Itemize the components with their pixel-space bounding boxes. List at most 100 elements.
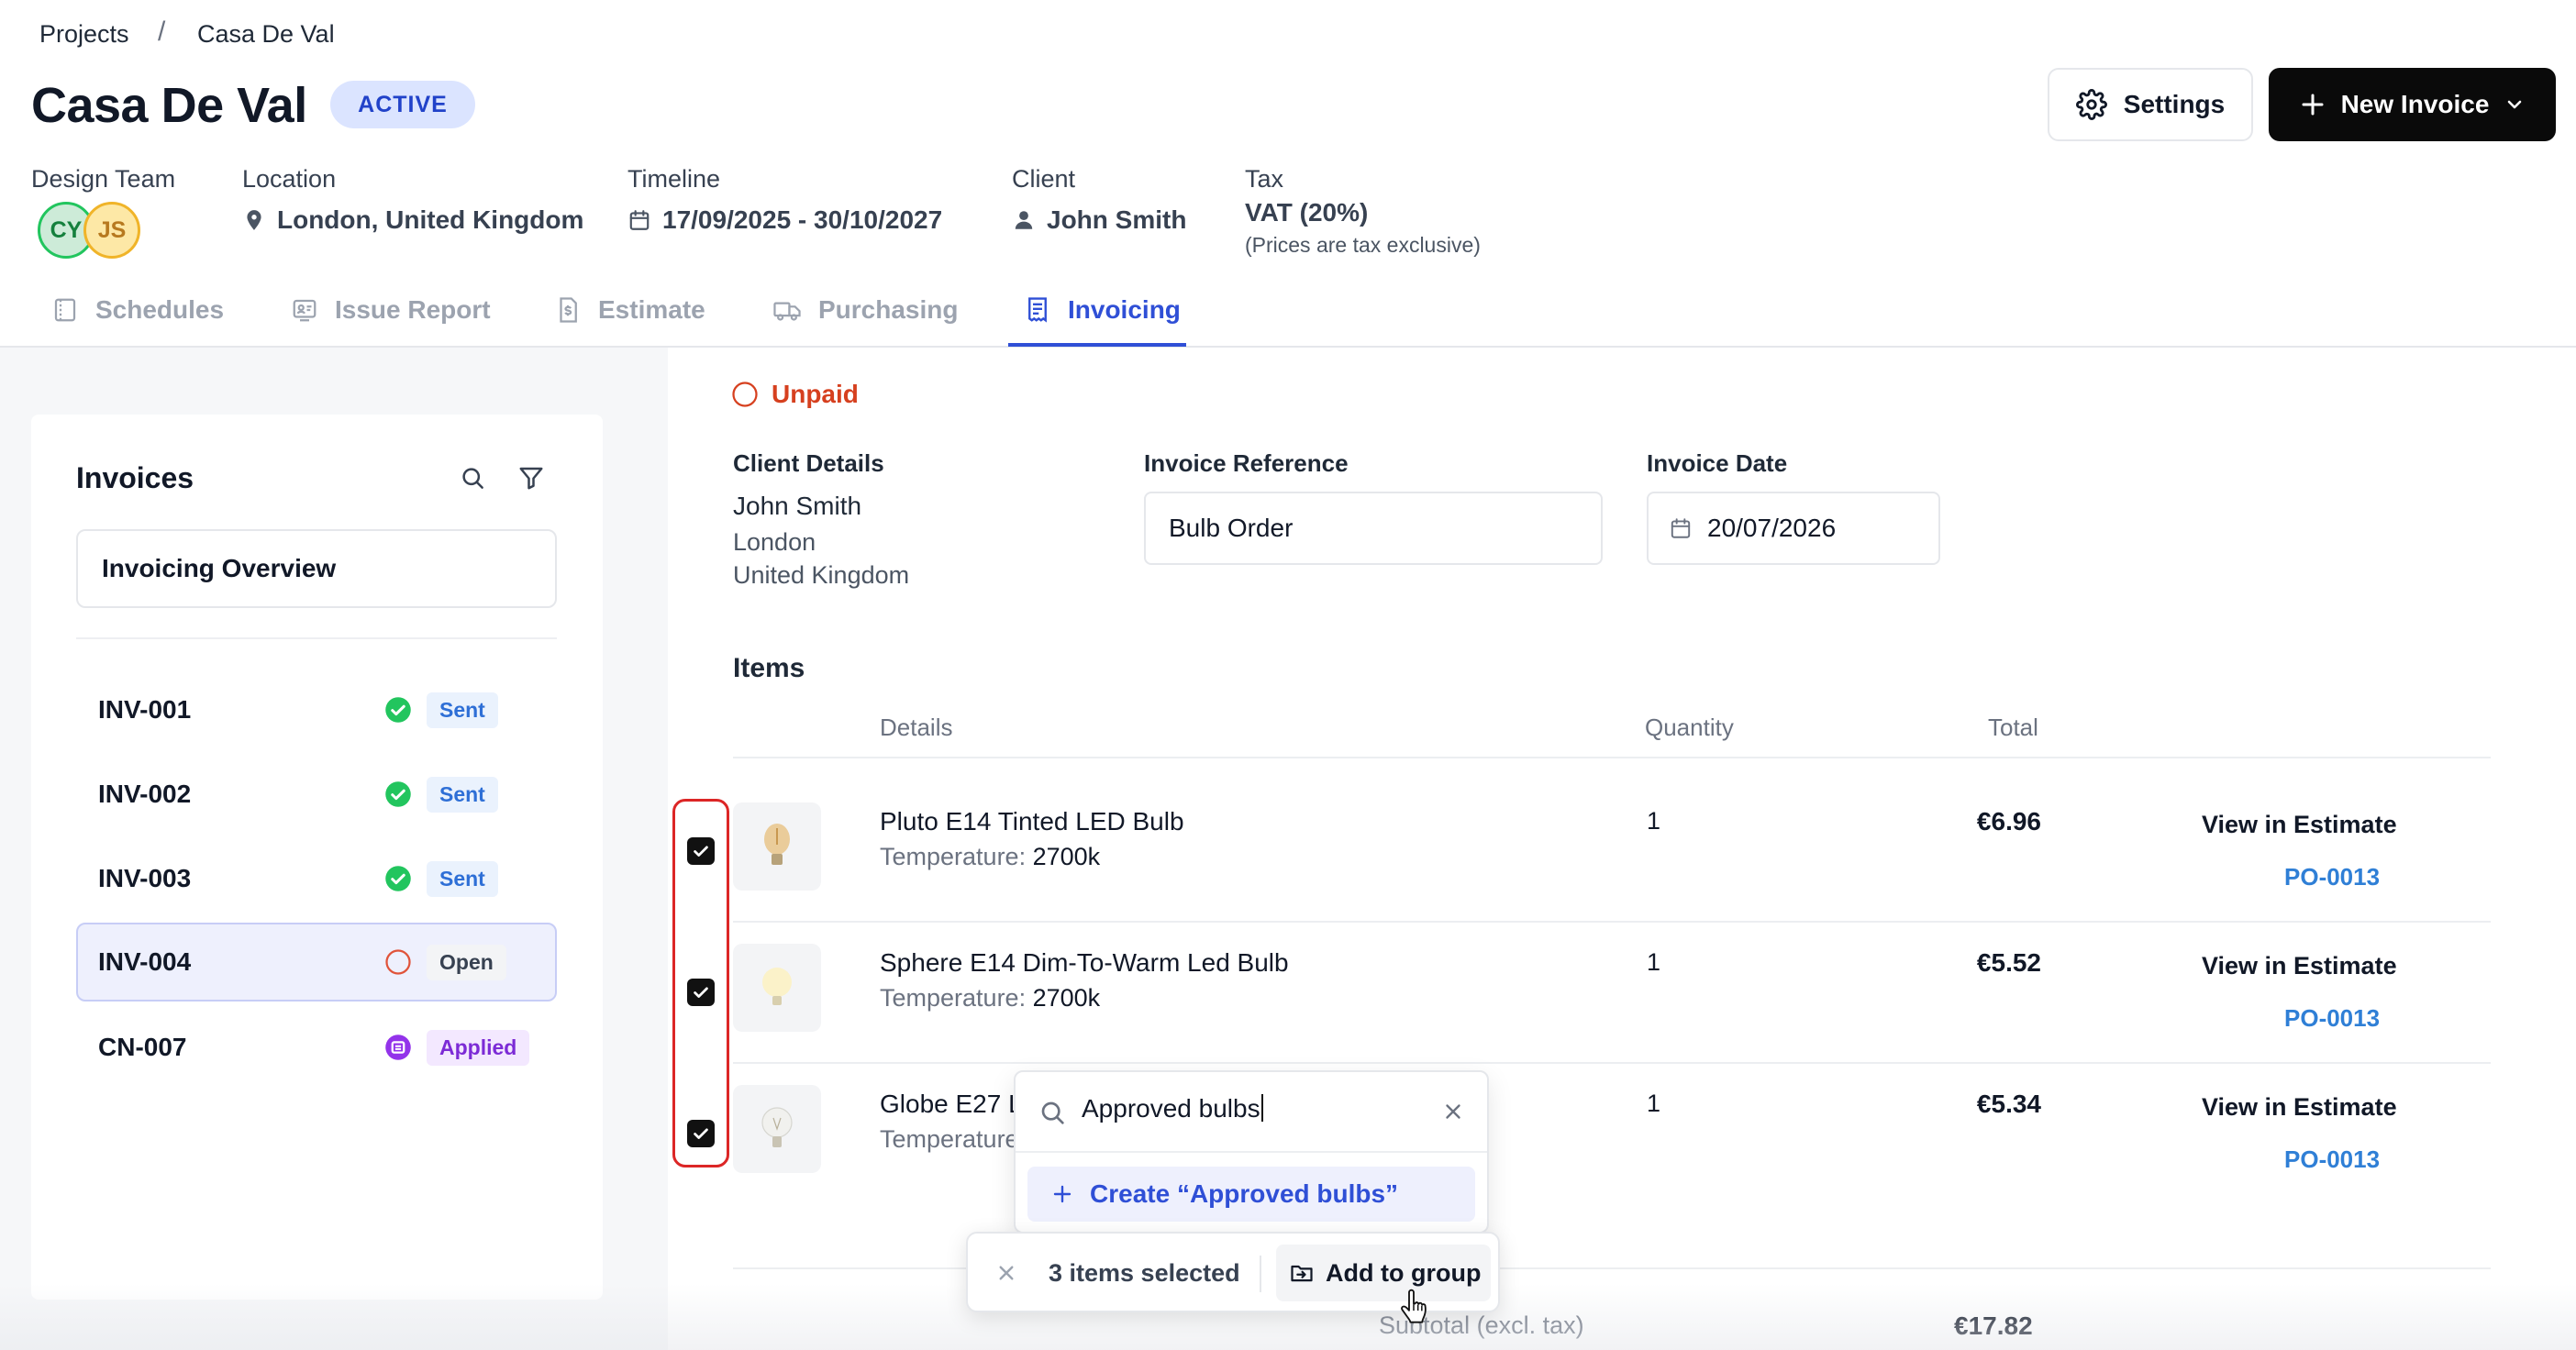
action-bar-divider	[1260, 1256, 1261, 1292]
item-quantity: 1	[1647, 1090, 1661, 1117]
open-circle-icon	[384, 948, 412, 976]
avatar[interactable]: JS	[83, 202, 140, 259]
table-header-divider	[733, 757, 2491, 758]
tab-purchasing[interactable]: Purchasing	[772, 295, 958, 325]
view-in-estimate-link[interactable]: View in Estimate	[2202, 952, 2397, 980]
folder-move-icon	[1289, 1260, 1315, 1286]
po-link[interactable]: PO-0013	[2284, 863, 2380, 891]
active-tab-indicator	[1008, 343, 1186, 347]
group-search-bar: Approved bulbs	[1016, 1072, 1487, 1153]
calendar-icon	[627, 208, 651, 232]
search-icon	[1038, 1098, 1067, 1127]
invoice-list-item[interactable]: INV-001 Sent	[76, 670, 557, 749]
item-quantity: 1	[1647, 948, 1661, 976]
item-temperature: Temperature: 2700k	[880, 984, 1101, 1012]
payment-status: Unpaid	[731, 380, 859, 409]
check-circle-icon	[384, 780, 412, 808]
selected-count: 3 items selected	[1049, 1259, 1240, 1287]
new-invoice-button[interactable]: New Invoice	[2269, 68, 2556, 141]
tab-label: Invoicing	[1068, 295, 1181, 324]
status-badge: ACTIVE	[330, 81, 475, 128]
hand-cursor-icon	[1398, 1289, 1429, 1325]
invoice-status-badge: Sent	[427, 860, 498, 897]
item-name: Sphere E14 Dim-To-Warm Led Bulb	[880, 948, 1289, 977]
create-group-option[interactable]: Create “Approved bulbs”	[1027, 1167, 1475, 1222]
map-pin-icon	[242, 208, 266, 232]
timeline-label: Timeline	[627, 165, 721, 193]
invoice-reference-input[interactable]: Bulb Order	[1144, 492, 1603, 565]
item-total: €5.34	[1976, 1090, 2041, 1118]
check-circle-icon	[384, 696, 412, 724]
row-divider	[733, 921, 2491, 923]
column-header-quantity: Quantity	[1645, 714, 1734, 741]
subtotal-value: €17.82	[1954, 1311, 2033, 1340]
new-invoice-label: New Invoice	[2340, 90, 2490, 118]
calendar-icon	[51, 296, 79, 324]
invoice-id: INV-003	[98, 864, 192, 892]
client-name: John Smith	[733, 492, 862, 520]
user-icon	[1012, 208, 1036, 232]
close-icon[interactable]	[993, 1259, 1020, 1287]
client-value: John Smith	[1012, 205, 1186, 235]
invoice-status-badge: Open	[427, 944, 506, 980]
timeline-value: 17/09/2025 - 30/10/2027	[627, 205, 942, 235]
item-name: Globe E27 L	[880, 1090, 1023, 1118]
invoice-list-item[interactable]: INV-003 Sent	[76, 839, 557, 918]
selection-highlight	[672, 799, 729, 1167]
invoice-id: INV-004	[98, 947, 192, 976]
gear-icon	[2075, 89, 2107, 120]
bulb-icon	[761, 1107, 793, 1147]
client-label: Client	[1012, 165, 1076, 193]
location-value: London, United Kingdom	[242, 205, 583, 235]
item-temperature: Temperature:	[880, 1125, 1027, 1153]
invoice-status-badge: Applied	[427, 1029, 530, 1066]
credit-note-icon	[384, 1034, 412, 1061]
tab-issue-report[interactable]: Issue Report	[291, 295, 491, 325]
tab-estimate[interactable]: Estimate	[554, 295, 705, 325]
search-icon[interactable]	[459, 464, 486, 492]
tab-schedules[interactable]: Schedules	[51, 295, 224, 325]
chevron-down-icon	[2504, 94, 2526, 116]
product-thumbnail	[733, 802, 821, 891]
invoice-status-badge: Sent	[427, 776, 498, 813]
client-text: John Smith	[1047, 205, 1187, 234]
filter-icon[interactable]	[517, 464, 545, 492]
invoice-list-item[interactable]: INV-002 Sent	[76, 755, 557, 834]
payment-status-label: Unpaid	[772, 380, 859, 408]
po-link[interactable]: PO-0013	[2284, 1004, 2380, 1033]
page-title: Casa De Val	[31, 78, 307, 133]
receipt-icon	[1024, 296, 1051, 324]
invoice-reference-label: Invoice Reference	[1144, 449, 1349, 477]
tab-label: Purchasing	[818, 295, 959, 324]
invoice-id: INV-002	[98, 780, 192, 808]
view-in-estimate-link[interactable]: View in Estimate	[2202, 811, 2397, 839]
item-quantity: 1	[1647, 807, 1661, 835]
invoice-list-item-selected[interactable]: INV-004 Open	[76, 923, 557, 1001]
plus-icon	[1051, 1183, 1073, 1205]
view-in-estimate-link[interactable]: View in Estimate	[2202, 1093, 2397, 1122]
invoice-date-label: Invoice Date	[1647, 449, 1788, 477]
bulb-icon	[764, 824, 790, 865]
invoice-id: CN-007	[98, 1033, 187, 1061]
item-total: €6.96	[1976, 807, 2041, 835]
group-search-input[interactable]: Approved bulbs	[1082, 1094, 1263, 1123]
report-icon	[291, 296, 318, 324]
settings-button[interactable]: Settings	[2048, 68, 2253, 141]
timeline-text: 17/09/2025 - 30/10/2027	[662, 205, 943, 234]
sidebar-divider	[76, 637, 557, 639]
location-text: London, United Kingdom	[277, 205, 584, 234]
add-to-group-button[interactable]: Add to group	[1276, 1245, 1491, 1301]
breadcrumb-projects[interactable]: Projects	[39, 20, 129, 49]
invoice-list-item[interactable]: CN-007 Applied	[76, 1008, 557, 1087]
clear-icon[interactable]	[1441, 1100, 1465, 1123]
create-group-label: Create “Approved bulbs”	[1090, 1179, 1399, 1208]
location-label: Location	[242, 165, 337, 193]
invoice-date-input[interactable]: 20/07/2026	[1647, 492, 1940, 565]
tab-invoicing[interactable]: Invoicing	[1024, 295, 1181, 325]
invoice-date-value: 20/07/2026	[1707, 514, 1837, 542]
group-search-popover: Approved bulbs Create “Approved bulbs”	[1014, 1070, 1489, 1234]
invoicing-overview-button[interactable]: Invoicing Overview	[76, 529, 557, 608]
item-name: Pluto E14 Tinted LED Bulb	[880, 807, 1184, 835]
breadcrumb-separator: /	[158, 17, 166, 47]
po-link[interactable]: PO-0013	[2284, 1145, 2380, 1174]
